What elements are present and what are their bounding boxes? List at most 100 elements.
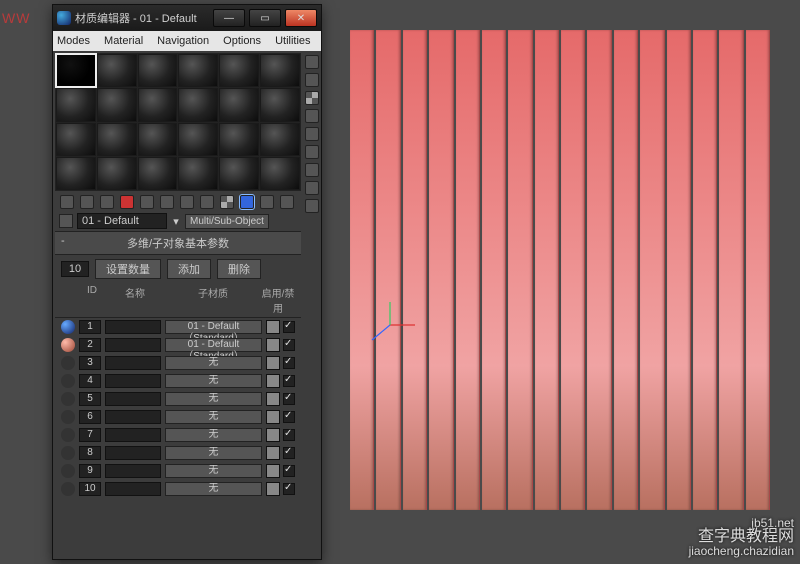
sample-slot[interactable] bbox=[56, 123, 96, 156]
make-unique-icon[interactable] bbox=[160, 195, 174, 209]
make-preview-icon[interactable] bbox=[305, 145, 319, 159]
submaterial-id[interactable]: 10 bbox=[79, 482, 101, 496]
menu-options[interactable]: Options bbox=[223, 35, 261, 47]
submaterial-button[interactable]: 无 bbox=[165, 482, 262, 496]
sample-type-icon[interactable] bbox=[305, 55, 319, 69]
submaterial-name-input[interactable] bbox=[105, 320, 161, 334]
submaterial-enable-checkbox[interactable] bbox=[283, 357, 295, 369]
material-name-input[interactable] bbox=[77, 213, 167, 229]
sample-slot[interactable] bbox=[138, 54, 178, 87]
background-icon[interactable] bbox=[305, 91, 319, 105]
submaterial-id[interactable]: 5 bbox=[79, 392, 101, 406]
submaterial-name-input[interactable] bbox=[105, 392, 161, 406]
submaterial-button[interactable]: 无 bbox=[165, 374, 262, 388]
submaterial-enable-checkbox[interactable] bbox=[283, 483, 295, 495]
get-material-icon[interactable] bbox=[60, 195, 74, 209]
submaterial-id[interactable]: 6 bbox=[79, 410, 101, 424]
sample-slot[interactable] bbox=[260, 157, 300, 190]
sample-slot[interactable] bbox=[260, 88, 300, 121]
menu-utilities[interactable]: Utilities bbox=[275, 35, 310, 47]
dropdown-icon[interactable]: ▾ bbox=[171, 215, 181, 228]
submaterial-id[interactable]: 7 bbox=[79, 428, 101, 442]
viewport[interactable] bbox=[350, 30, 792, 556]
submaterial-color-swatch[interactable] bbox=[266, 338, 280, 352]
select-by-material-icon[interactable] bbox=[305, 181, 319, 195]
submaterial-button[interactable]: 无 bbox=[165, 356, 262, 370]
count-input[interactable] bbox=[61, 261, 89, 277]
submaterial-enable-checkbox[interactable] bbox=[283, 321, 295, 333]
submaterial-name-input[interactable] bbox=[105, 356, 161, 370]
sample-slot[interactable] bbox=[97, 54, 137, 87]
sample-slot[interactable] bbox=[219, 88, 259, 121]
sample-slot[interactable] bbox=[56, 157, 96, 190]
submaterial-id[interactable]: 2 bbox=[79, 338, 101, 352]
submaterial-button[interactable]: 无 bbox=[165, 392, 262, 406]
titlebar[interactable]: 材质编辑器 - 01 - Default — ▭ ✕ bbox=[53, 5, 321, 31]
submaterial-button[interactable]: 无 bbox=[165, 410, 262, 424]
submaterial-name-input[interactable] bbox=[105, 338, 161, 352]
options-icon[interactable] bbox=[305, 163, 319, 177]
sample-slot[interactable] bbox=[97, 88, 137, 121]
put-to-library-icon[interactable] bbox=[180, 195, 194, 209]
submaterial-color-swatch[interactable] bbox=[266, 392, 280, 406]
submaterial-color-swatch[interactable] bbox=[266, 446, 280, 460]
sample-slot[interactable] bbox=[219, 54, 259, 87]
collapse-icon[interactable]: - bbox=[61, 235, 65, 247]
sample-slot[interactable] bbox=[138, 88, 178, 121]
menu-material[interactable]: Material bbox=[104, 35, 143, 47]
submaterial-enable-checkbox[interactable] bbox=[283, 429, 295, 441]
sample-slot[interactable] bbox=[219, 123, 259, 156]
submaterial-name-input[interactable] bbox=[105, 464, 161, 478]
delete-button[interactable]: 删除 bbox=[217, 259, 261, 279]
material-type-button[interactable]: Multi/Sub-Object bbox=[185, 214, 269, 229]
submaterial-id[interactable]: 1 bbox=[79, 320, 101, 334]
material-id-icon[interactable] bbox=[200, 195, 214, 209]
assign-selection-icon[interactable] bbox=[100, 195, 114, 209]
video-color-icon[interactable] bbox=[305, 127, 319, 141]
sample-slot[interactable] bbox=[97, 123, 137, 156]
submaterial-enable-checkbox[interactable] bbox=[283, 393, 295, 405]
make-copy-icon[interactable] bbox=[140, 195, 154, 209]
close-button[interactable]: ✕ bbox=[285, 9, 317, 27]
show-end-result-icon[interactable] bbox=[240, 195, 254, 209]
submaterial-enable-checkbox[interactable] bbox=[283, 447, 295, 459]
submaterial-name-input[interactable] bbox=[105, 428, 161, 442]
backlight-icon[interactable] bbox=[305, 73, 319, 87]
submaterial-color-swatch[interactable] bbox=[266, 410, 280, 424]
go-forward-icon[interactable] bbox=[280, 195, 294, 209]
sample-slot[interactable] bbox=[178, 54, 218, 87]
submaterial-button[interactable]: 01 - Default（Standard） bbox=[165, 320, 262, 334]
show-map-viewport-icon[interactable] bbox=[220, 195, 234, 209]
submaterial-button[interactable]: 无 bbox=[165, 428, 262, 442]
sample-slot[interactable] bbox=[56, 88, 96, 121]
submaterial-color-swatch[interactable] bbox=[266, 428, 280, 442]
set-number-button[interactable]: 设置数量 bbox=[95, 259, 161, 279]
submaterial-enable-checkbox[interactable] bbox=[283, 375, 295, 387]
sample-slot[interactable] bbox=[260, 54, 300, 87]
submaterial-id[interactable]: 4 bbox=[79, 374, 101, 388]
submaterial-enable-checkbox[interactable] bbox=[283, 339, 295, 351]
put-to-scene-icon[interactable] bbox=[80, 195, 94, 209]
go-parent-icon[interactable] bbox=[260, 195, 274, 209]
submaterial-button[interactable]: 无 bbox=[165, 446, 262, 460]
sample-slot[interactable] bbox=[219, 157, 259, 190]
sample-slot[interactable] bbox=[260, 123, 300, 156]
minimize-button[interactable]: — bbox=[213, 9, 245, 27]
submaterial-id[interactable]: 8 bbox=[79, 446, 101, 460]
rollout-header[interactable]: - 多维/子对象基本参数 bbox=[55, 231, 301, 255]
submaterial-enable-checkbox[interactable] bbox=[283, 465, 295, 477]
submaterial-name-input[interactable] bbox=[105, 482, 161, 496]
submaterial-color-swatch[interactable] bbox=[266, 482, 280, 496]
sample-slot[interactable] bbox=[138, 157, 178, 190]
viewport-object[interactable] bbox=[350, 30, 770, 510]
submaterial-color-swatch[interactable] bbox=[266, 356, 280, 370]
sample-slot[interactable] bbox=[56, 54, 96, 87]
menu-modes[interactable]: Modes bbox=[57, 35, 90, 47]
sample-slot[interactable] bbox=[138, 123, 178, 156]
reset-map-icon[interactable] bbox=[120, 195, 134, 209]
submaterial-color-swatch[interactable] bbox=[266, 464, 280, 478]
pick-material-icon[interactable] bbox=[59, 214, 73, 228]
add-button[interactable]: 添加 bbox=[167, 259, 211, 279]
submaterial-id[interactable]: 9 bbox=[79, 464, 101, 478]
maximize-button[interactable]: ▭ bbox=[249, 9, 281, 27]
